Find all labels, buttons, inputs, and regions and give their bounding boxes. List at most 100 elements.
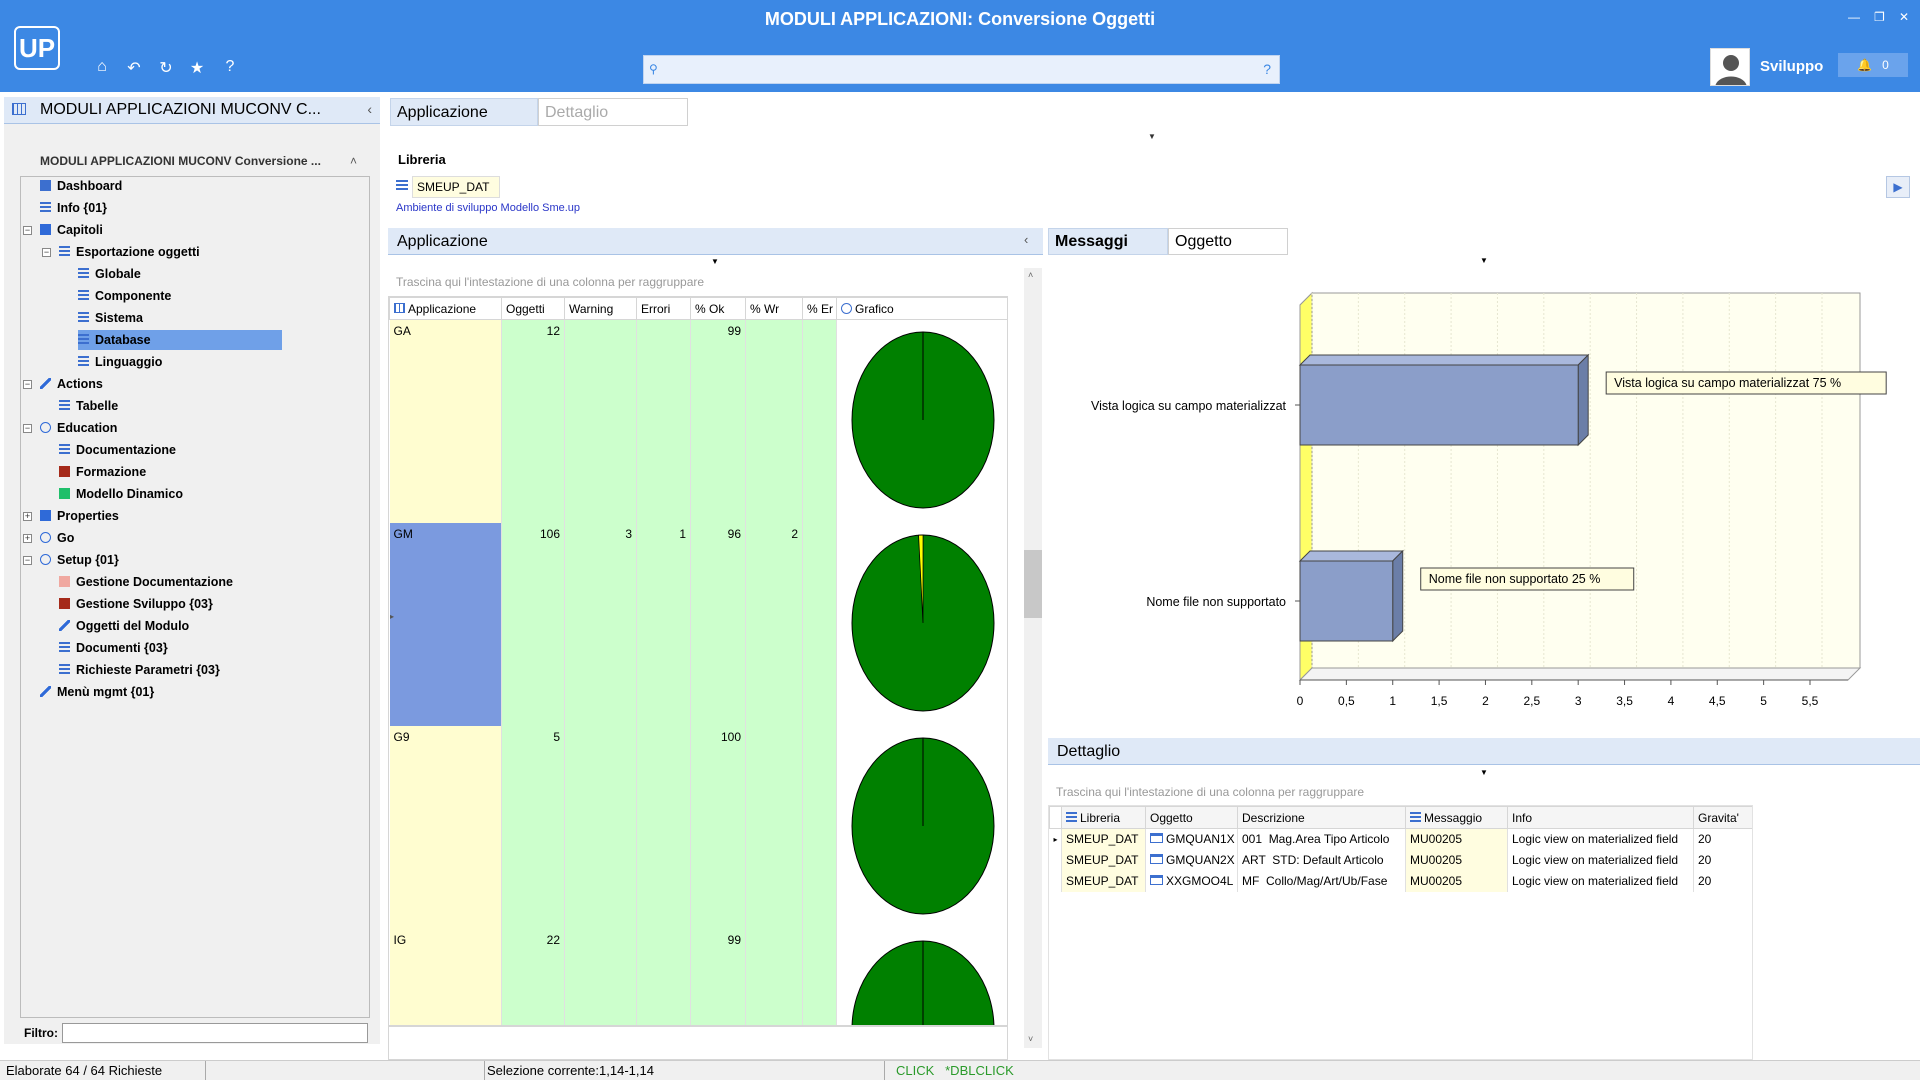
cell-libreria[interactable]: SMEUP_DAT: [1061, 828, 1146, 850]
col-oggetto[interactable]: Oggetto: [1145, 806, 1238, 829]
cell-messaggio[interactable]: MU00205: [1405, 849, 1508, 871]
cell-ok[interactable]: 99: [690, 319, 746, 523]
scrollbar-thumb[interactable]: [1024, 550, 1042, 618]
collapse-node-icon[interactable]: −: [23, 380, 32, 389]
col-gravita[interactable]: Gravita': [1693, 806, 1752, 829]
play-button[interactable]: ▶: [1886, 176, 1910, 198]
cell-oggetti[interactable]: 106: [501, 523, 565, 726]
tree-item[interactable]: Education: [40, 418, 117, 438]
cell-warning[interactable]: 3: [564, 523, 637, 726]
close-icon[interactable]: ✕: [1899, 10, 1909, 24]
collapse-icon[interactable]: ‹: [1024, 232, 1028, 247]
collapse-node-icon[interactable]: −: [42, 248, 51, 257]
cell-oggetto[interactable]: GMQUAN2X: [1145, 849, 1238, 871]
row-selector[interactable]: [1049, 870, 1062, 892]
cell-er[interactable]: [802, 523, 837, 726]
cell-er[interactable]: [802, 726, 837, 929]
tree-item[interactable]: Globale: [78, 264, 141, 284]
col-messaggio[interactable]: Messaggio: [1405, 806, 1508, 829]
cell-app[interactable]: IG: [389, 929, 502, 1025]
search-help-icon[interactable]: ?: [1263, 61, 1271, 77]
user-name[interactable]: Sviluppo: [1760, 58, 1823, 75]
tree-item[interactable]: Gestione Sviluppo {03}: [59, 594, 213, 614]
tree-item[interactable]: Modello Dinamico: [59, 484, 183, 504]
col-er[interactable]: % Er: [802, 297, 837, 320]
tree-item[interactable]: Actions: [40, 374, 103, 394]
cell-ok[interactable]: 100: [690, 726, 746, 929]
col-warning[interactable]: Warning: [564, 297, 637, 320]
col-descrizione[interactable]: Descrizione: [1237, 806, 1406, 829]
tree-item[interactable]: Properties: [40, 506, 119, 526]
cell-errori[interactable]: [636, 929, 691, 1025]
cell-wr[interactable]: 2: [745, 523, 803, 726]
col-info[interactable]: Info: [1507, 806, 1694, 829]
expand-node-icon[interactable]: +: [23, 534, 32, 543]
cell-descrizione[interactable]: 001 Mag.Area Tipo Articolo: [1237, 828, 1406, 850]
cell-descrizione[interactable]: ART STD: Default Articolo: [1237, 849, 1406, 871]
minimize-icon[interactable]: —: [1848, 10, 1860, 24]
cell-gravita[interactable]: 20: [1693, 870, 1752, 892]
tree-item[interactable]: Gestione Documentazione: [59, 572, 233, 592]
filter-input[interactable]: [62, 1023, 368, 1043]
collapse-node-icon[interactable]: −: [23, 424, 32, 433]
tree-item[interactable]: Componente: [78, 286, 171, 306]
tab-oggetto[interactable]: Oggetto: [1168, 228, 1288, 255]
col-grafico[interactable]: Grafico: [836, 297, 1007, 320]
cell-info[interactable]: Logic view on materialized field: [1507, 870, 1694, 892]
cell-messaggio[interactable]: MU00205: [1405, 828, 1508, 850]
undo-icon[interactable]: ↶: [124, 58, 144, 78]
col-applicazione[interactable]: Applicazione: [389, 297, 502, 320]
cell-messaggio[interactable]: MU00205: [1405, 870, 1508, 892]
cell-gravita[interactable]: 20: [1693, 828, 1752, 850]
tree-item[interactable]: Menù mgmt {01}: [40, 682, 154, 702]
cell-oggetti[interactable]: 12: [501, 319, 565, 523]
dropdown-arrow-icon[interactable]: ▼: [1480, 768, 1488, 777]
tree-item[interactable]: Dashboard: [40, 176, 122, 196]
cell-wr[interactable]: [745, 726, 803, 929]
cell-warning[interactable]: [564, 929, 637, 1025]
tree-item[interactable]: Formazione: [59, 462, 146, 482]
cell-libreria[interactable]: SMEUP_DAT: [1061, 849, 1146, 871]
cell-info[interactable]: Logic view on materialized field: [1507, 849, 1694, 871]
col-libreria[interactable]: Libreria: [1061, 806, 1146, 829]
help-icon[interactable]: ?: [220, 58, 240, 76]
cell-libreria[interactable]: SMEUP_DAT: [1061, 870, 1146, 892]
libreria-field[interactable]: SMEUP_DAT: [412, 176, 500, 198]
tree-item[interactable]: Sistema: [78, 308, 143, 328]
table-row[interactable]: SMEUP_DAT XXGMOO4L MF Collo/Mag/Art/Ub/Fas…: [1049, 870, 1752, 892]
cell-oggetti[interactable]: 5: [501, 726, 565, 929]
cell-app[interactable]: G9: [389, 726, 502, 929]
star-icon[interactable]: ★: [187, 58, 207, 78]
restore-icon[interactable]: ❐: [1874, 10, 1885, 24]
dropdown-arrow-icon[interactable]: ▼: [1480, 256, 1488, 265]
cell-errori[interactable]: [636, 726, 691, 929]
col-oggetti[interactable]: Oggetti: [501, 297, 565, 320]
cell-app[interactable]: GM: [389, 523, 502, 726]
table-row[interactable]: GM 106 3 1 96 2: [389, 523, 1007, 726]
table-row[interactable]: SMEUP_DAT GMQUAN2X ART STD: Default Artico…: [1049, 849, 1752, 871]
cell-oggetti[interactable]: 22: [501, 929, 565, 1025]
tree-item[interactable]: Documentazione: [59, 440, 176, 460]
table-row[interactable]: ▸ SMEUP_DAT GMQUAN1X 001 Mag.Area Tipo Arti…: [1049, 828, 1752, 850]
collapse-node-icon[interactable]: −: [23, 226, 32, 235]
collapse-node-icon[interactable]: −: [23, 556, 32, 565]
tree-item[interactable]: Richieste Parametri {03}: [59, 660, 220, 680]
cell-errori[interactable]: [636, 319, 691, 523]
col-errori[interactable]: Errori: [636, 297, 691, 320]
tab-messaggi[interactable]: Messaggi: [1048, 228, 1168, 255]
col-ok[interactable]: % Ok: [690, 297, 746, 320]
collapse-left-icon[interactable]: ‹: [367, 101, 372, 117]
vertical-scrollbar[interactable]: ˄ ˅: [1024, 268, 1042, 1048]
home-icon[interactable]: ⌂: [92, 58, 112, 76]
tree-item[interactable]: Linguaggio: [78, 352, 162, 372]
cell-warning[interactable]: [564, 319, 637, 523]
cell-ok[interactable]: 99: [690, 929, 746, 1025]
cell-er[interactable]: [802, 319, 837, 523]
row-selector[interactable]: [1049, 849, 1062, 871]
table-row[interactable]: IG 22 99: [389, 929, 1007, 1025]
tree-item[interactable]: Go: [40, 528, 74, 548]
table-row[interactable]: G9 5 100: [389, 726, 1007, 929]
cell-wr[interactable]: [745, 319, 803, 523]
cell-warning[interactable]: [564, 726, 637, 929]
scroll-down-icon[interactable]: ˅: [1028, 1034, 1033, 1044]
